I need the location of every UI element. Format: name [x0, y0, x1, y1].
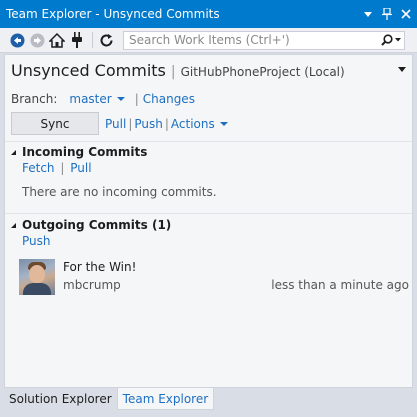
window-title: Team Explorer - Unsynced Commits	[6, 7, 220, 21]
bottom-tab-strip: Solution Explorer Team Explorer	[4, 388, 215, 411]
commit-item[interactable]: For the Win! mbcrump less than a minute …	[19, 259, 409, 295]
tab-team-explorer[interactable]: Team Explorer	[116, 388, 215, 410]
avatar	[19, 259, 55, 295]
close-icon[interactable]	[398, 6, 414, 22]
branch-chevron-down-icon[interactable]	[116, 97, 125, 101]
divider	[5, 141, 412, 142]
commit-author: mbcrump	[63, 278, 121, 292]
separator: |	[60, 161, 65, 175]
tab-solution-explorer[interactable]: Solution Explorer	[4, 388, 117, 410]
fetch-link[interactable]: Fetch	[22, 161, 55, 175]
outgoing-commits-header[interactable]: Outgoing Commits (1)	[11, 218, 171, 232]
sync-actions-row: Sync Pull | Push | Actions	[11, 112, 234, 135]
branch-row: Branch: master | Changes	[11, 92, 195, 106]
push-link[interactable]: Push	[134, 117, 163, 131]
repository-name: GitHubPhoneProject (Local)	[180, 65, 345, 79]
incoming-commits-header[interactable]: Incoming Commits	[11, 145, 217, 159]
outgoing-commits-section: Outgoing Commits (1) Push	[11, 218, 171, 248]
outgoing-push-link[interactable]: Push	[22, 234, 51, 248]
refresh-icon[interactable]	[97, 31, 115, 49]
page-header: Unsynced Commits | GitHubPhoneProject (L…	[11, 61, 345, 80]
changes-link[interactable]: Changes	[143, 92, 195, 106]
incoming-pull-link[interactable]: Pull	[70, 161, 91, 175]
toolbar-separator	[92, 32, 93, 48]
collapse-triangle-icon[interactable]	[11, 222, 16, 228]
incoming-links: Fetch | Pull	[22, 161, 217, 175]
header-dropdown-icon[interactable]	[398, 67, 406, 72]
commit-message: For the Win!	[63, 260, 137, 274]
header-separator: |	[170, 64, 176, 80]
branch-label: Branch:	[11, 92, 58, 106]
incoming-empty-message: There are no incoming commits.	[22, 185, 217, 199]
incoming-commits-title: Incoming Commits	[22, 145, 148, 159]
separator: |	[134, 92, 139, 106]
outgoing-commits-title: Outgoing Commits (1)	[22, 218, 172, 232]
search-placeholder: Search Work Items (Ctrl+')	[129, 33, 290, 47]
back-icon[interactable]	[8, 31, 26, 49]
incoming-commits-section: Incoming Commits Fetch | Pull There are …	[11, 145, 217, 199]
outgoing-links: Push	[22, 234, 171, 248]
pin-icon[interactable]	[379, 6, 395, 22]
window-dropdown-icon[interactable]	[360, 6, 376, 22]
actions-chevron-down-icon[interactable]	[219, 121, 228, 126]
home-icon[interactable]	[48, 31, 66, 49]
sync-button[interactable]: Sync	[11, 112, 99, 135]
separator: |	[128, 116, 133, 131]
actions-menu[interactable]: Actions	[171, 117, 215, 131]
branch-selector[interactable]: master	[69, 92, 111, 106]
divider	[5, 213, 412, 214]
commit-time: less than a minute ago	[271, 278, 409, 292]
toolbar: Search Work Items (Ctrl+')	[0, 28, 417, 53]
team-explorer-panel: Unsynced Commits | GitHubPhoneProject (L…	[4, 54, 413, 388]
title-bar: Team Explorer - Unsynced Commits	[0, 0, 417, 28]
collapse-triangle-icon[interactable]	[11, 149, 16, 155]
page-title: Unsynced Commits	[11, 61, 166, 80]
forward-icon[interactable]	[28, 31, 46, 49]
search-work-items-input[interactable]: Search Work Items (Ctrl+')	[123, 30, 405, 50]
separator: |	[164, 116, 169, 131]
pull-link[interactable]: Pull	[105, 117, 126, 131]
plug-icon[interactable]	[68, 31, 86, 49]
search-icon[interactable]	[378, 32, 404, 49]
